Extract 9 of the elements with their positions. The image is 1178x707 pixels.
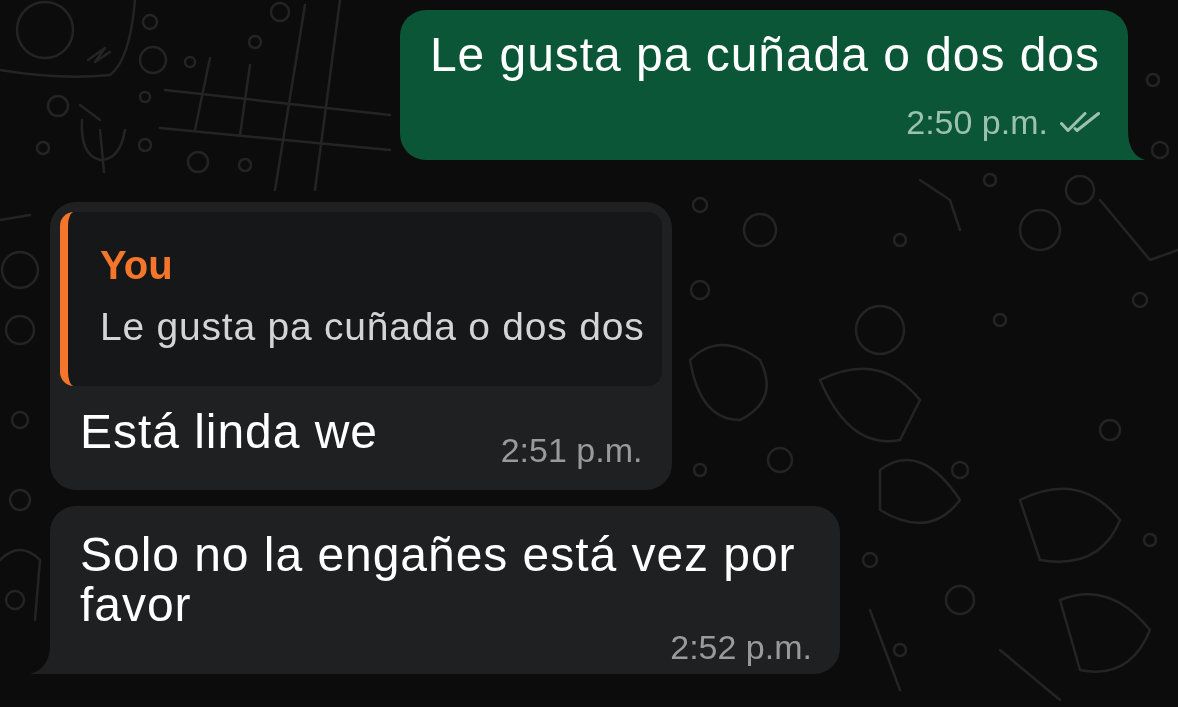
quote-author: You <box>100 242 173 288</box>
quoted-message[interactable]: You Le gusta pa cuñada o dos dos <box>60 212 663 386</box>
message-time: 2:52 p.m. <box>670 630 812 664</box>
message-text: Está linda we <box>80 407 378 457</box>
quote-text: Le gusta pa cuñada o dos dos <box>100 304 645 350</box>
message-text: Le gusta pa cuñada o dos dos <box>429 30 1100 80</box>
message-text: Solo no la engañes está vez por favor <box>80 530 797 630</box>
message-time: 2:50 p.m. <box>906 105 1048 139</box>
message-time: 2:51 p.m. <box>500 433 643 467</box>
